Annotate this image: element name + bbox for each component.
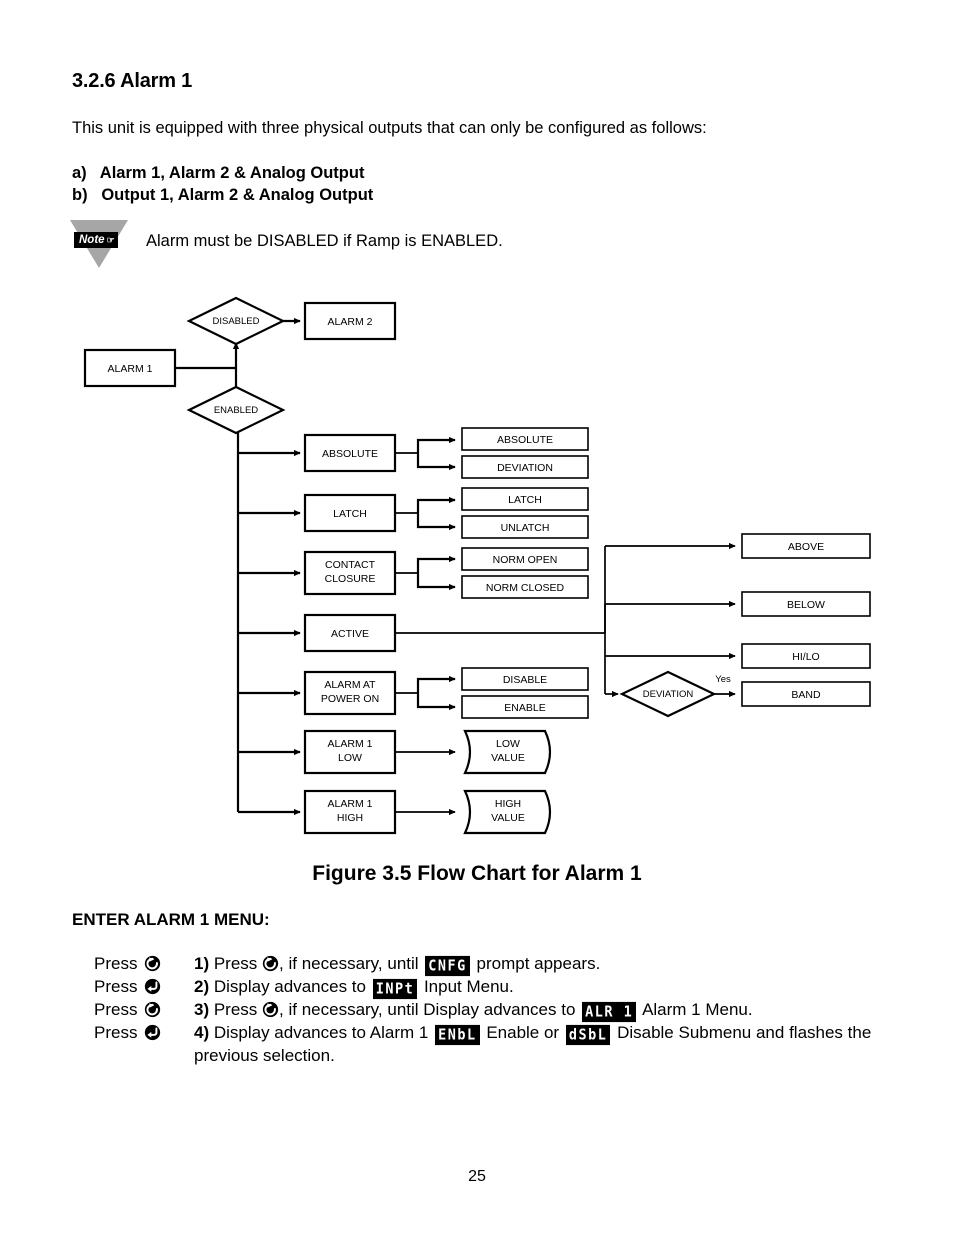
node-absolute: ABSOLUTE (322, 448, 378, 460)
node-alarm1-high-2: HIGH (337, 812, 363, 824)
led-display-badge: ALR 1 (582, 1001, 637, 1023)
option-item-a: a) Alarm 1, Alarm 2 & Analog Output (72, 164, 365, 182)
rotate-arrow-key-icon[interactable] (144, 955, 161, 972)
deviation-yes-label: Yes (715, 674, 731, 685)
option-absolute: ABSOLUTE (497, 434, 553, 446)
value-low-2: VALUE (491, 752, 525, 764)
press-label: Press (94, 1000, 138, 1019)
node-alarm2: ALARM 2 (328, 316, 373, 328)
value-high: HIGH (495, 798, 521, 810)
led-display-badge: CNFG (425, 955, 470, 977)
value-high-2: VALUE (491, 812, 525, 824)
step-number: 2) (194, 977, 210, 996)
step-text: 4) Display advances to Alarm 1 ENbL Enab… (194, 1023, 872, 1065)
enter-arrow-key-icon[interactable] (144, 978, 161, 995)
rotate-arrow-key-icon[interactable] (262, 955, 279, 972)
step-number: 4) (194, 1023, 210, 1042)
note-badge-label: Note (79, 234, 105, 246)
step-text: 3) Press , if necessary, until Display a… (194, 1000, 753, 1023)
result-band: BAND (791, 689, 821, 701)
decision-deviation: DEVIATION (643, 689, 694, 700)
page-number: 25 (468, 1168, 486, 1185)
press-label: Press (94, 954, 138, 973)
led-display-badge: INPt (372, 978, 418, 1000)
option-disable: DISABLE (503, 674, 547, 686)
step-row: Press 1) Press , if necessary, until CNFG… (72, 952, 902, 977)
pointing-hand-icon: ☞ (106, 235, 115, 245)
step-row: Press 2) Display advances to INPt Input M… (72, 975, 902, 1000)
note-callout: Note ☞ Alarm must be DISABLED if Ramp is… (70, 220, 890, 270)
option-enable: ENABLE (504, 702, 545, 714)
page-title: 3.2.6 Alarm 1 (72, 70, 193, 92)
press-instruction: Press (72, 952, 194, 975)
result-below: BELOW (787, 599, 825, 611)
press-label: Press (94, 977, 138, 996)
option-latch: LATCH (508, 494, 542, 506)
option-norm-open: NORM OPEN (493, 554, 558, 566)
decision-enabled: ENABLED (214, 405, 258, 416)
option-item-b: b) Output 1, Alarm 2 & Analog Output (72, 186, 374, 204)
rotate-arrow-key-icon[interactable] (144, 1001, 161, 1018)
node-alarm1-high: ALARM 1 (328, 798, 373, 810)
node-alarm1: ALARM 1 (108, 363, 153, 375)
press-instruction: Press (72, 1021, 194, 1044)
node-alarm-at-power-on-2: POWER ON (321, 693, 379, 705)
value-low: LOW (496, 738, 520, 750)
figure-caption: Figure 3.5 Flow Chart for Alarm 1 (312, 862, 642, 885)
step-number: 3) (194, 1000, 210, 1019)
node-contact-closure-2: CLOSURE (325, 573, 376, 585)
result-hilo: HI/LO (792, 651, 819, 663)
document-page: 3.2.6 Alarm 1 This unit is equipped with… (0, 0, 954, 1248)
intro-paragraph: This unit is equipped with three physica… (72, 119, 707, 137)
node-active: ACTIVE (331, 628, 369, 640)
step-row: Press 4) Display advances to Alarm 1 ENbL… (72, 1021, 902, 1067)
led-display-badge: ENbL (435, 1024, 480, 1046)
note-text: Alarm must be DISABLED if Ramp is ENABLE… (146, 232, 503, 250)
enter-arrow-key-icon[interactable] (144, 1024, 161, 1041)
decision-disabled: DISABLED (213, 316, 260, 327)
led-display-badge: dSbL (565, 1024, 611, 1046)
node-alarm-at-power-on: ALARM AT (324, 679, 376, 691)
option-deviation: DEVIATION (497, 462, 553, 474)
node-alarm1-low-2: LOW (338, 752, 362, 764)
menu-heading: ENTER ALARM 1 MENU: (72, 910, 270, 929)
step-number: 1) (194, 954, 210, 973)
steps-list: Press 1) Press , if necessary, until CNFG… (72, 952, 902, 1067)
note-badge: Note ☞ (74, 232, 118, 248)
step-text: 2) Display advances to INPt Input Menu. (194, 977, 514, 1000)
option-norm-closed: NORM CLOSED (486, 582, 565, 594)
alarm1-flow-chart: ALARM 1 DISABLED ALARM 2 ENABLED ABSOLUT… (0, 285, 954, 845)
node-contact-closure: CONTACT (325, 559, 376, 571)
press-label: Press (94, 1023, 138, 1042)
press-instruction: Press (72, 975, 194, 998)
result-above: ABOVE (788, 541, 824, 553)
rotate-arrow-key-icon[interactable] (262, 1001, 279, 1018)
step-text: 1) Press , if necessary, until CNFG prom… (194, 954, 601, 977)
node-alarm1-low: ALARM 1 (328, 738, 373, 750)
step-row: Press 3) Press , if necessary, until Disp… (72, 998, 902, 1023)
press-instruction: Press (72, 998, 194, 1021)
option-unlatch: UNLATCH (501, 522, 550, 534)
node-latch: LATCH (333, 508, 367, 520)
